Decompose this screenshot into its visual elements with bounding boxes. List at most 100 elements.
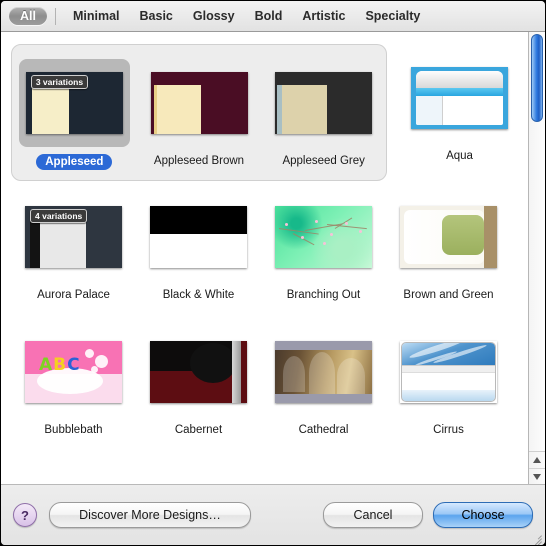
thumbnail-wrap: 3 variations (18, 59, 130, 147)
choose-button[interactable]: Choose (433, 502, 533, 528)
category-tab-glossy[interactable]: Glossy (184, 7, 244, 25)
theme-item-aqua[interactable]: Aqua (397, 44, 522, 181)
resize-grip[interactable] (529, 530, 542, 545)
thumb-sidebar (416, 96, 443, 125)
theme-label-cirrus: Cirrus (433, 424, 464, 436)
thumbnail-wrap (393, 193, 504, 281)
thumb-bottom-band (150, 234, 247, 268)
scrollbar-thumb[interactable] (531, 34, 543, 122)
category-tab-bold[interactable]: Bold (246, 7, 292, 25)
theme-label-aurora-palace: Aurora Palace (37, 289, 110, 301)
category-tab-artistic[interactable]: Artistic (293, 7, 354, 25)
vertical-scrollbar[interactable] (528, 32, 545, 484)
thumbnail-wrap (143, 328, 254, 416)
theme-item-cathedral[interactable]: Cathedral (261, 320, 386, 437)
scrollbar-arrows (529, 451, 545, 484)
thumb-black-bar (30, 217, 40, 268)
theme-item-aurora-palace[interactable]: 4 variations Aurora Palace (11, 185, 136, 302)
scrollbar-track[interactable] (529, 32, 545, 452)
thumb-tan-band (484, 206, 497, 268)
category-toolbar: All Minimal Basic Glossy Bold Artistic S… (1, 1, 545, 32)
thumbnail-wrap (268, 59, 379, 147)
cancel-button[interactable]: Cancel (323, 502, 423, 528)
theme-thumbnail-appleseed-brown (150, 72, 248, 134)
thumb-green-block (442, 215, 484, 255)
thumb-top-band (275, 341, 372, 350)
variations-badge: 4 variations (30, 209, 88, 223)
theme-thumbnail-appleseed: 3 variations (25, 72, 123, 134)
theme-thumbnail-black-and-white (150, 206, 247, 268)
theme-label-branching-out: Branching Out (286, 289, 361, 301)
scroll-up-arrow-icon[interactable] (529, 452, 545, 468)
theme-item-cabernet[interactable]: Cabernet (136, 320, 261, 437)
category-tab-basic[interactable]: Basic (131, 7, 182, 25)
variations-badge: 3 variations (30, 75, 89, 89)
thumbnail-wrap (393, 328, 504, 416)
theme-row-2: ABC Bubblebath Cabernet Cathedral Cirrus (1, 320, 528, 437)
footer-actions: Cancel Choose (323, 502, 533, 528)
theme-chooser-window: All Minimal Basic Glossy Bold Artistic S… (0, 0, 546, 546)
dialog-footer: ? Discover More Designs… Cancel Choose (1, 484, 545, 545)
category-tab-specialty[interactable]: Specialty (356, 7, 429, 25)
help-button[interactable]: ? (13, 503, 37, 527)
theme-label-cabernet: Cabernet (174, 424, 223, 436)
theme-item-black-and-white[interactable]: Black & White (136, 185, 261, 302)
thumbnail-wrap: ABC (18, 328, 129, 416)
theme-label-appleseed: Appleseed (36, 154, 113, 170)
thumb-pane (40, 217, 86, 268)
theme-label-bubblebath: Bubblebath (44, 424, 103, 436)
theme-item-branching-out[interactable]: Branching Out (261, 185, 386, 302)
theme-label-cathedral: Cathedral (298, 424, 349, 436)
theme-thumbnail-cabernet (150, 341, 247, 403)
letter-a: A (39, 355, 54, 375)
thumb-window (416, 71, 503, 125)
thumb-pane (156, 85, 201, 134)
thumbnail-wrap (268, 328, 379, 416)
theme-thumbnail-cirrus (400, 341, 497, 403)
theme-thumbnail-bubblebath: ABC (25, 341, 122, 403)
thumb-abc-letters: ABC (39, 355, 81, 375)
theme-row-1: 4 variations Aurora Palace Black & White… (1, 185, 528, 302)
thumbnail-wrap (144, 59, 255, 147)
theme-item-appleseed-brown[interactable]: Appleseed Brown (137, 51, 262, 170)
category-tab-minimal[interactable]: Minimal (64, 7, 129, 25)
thumb-bottle-bowl (190, 343, 236, 383)
theme-item-cirrus[interactable]: Cirrus (386, 320, 511, 437)
theme-thumbnail-cathedral (275, 341, 372, 403)
thumbnail-wrap: 4 variations (18, 193, 129, 281)
thumb-stripe (416, 88, 503, 96)
theme-label-appleseed-brown: Appleseed Brown (153, 155, 245, 167)
theme-label-aqua: Aqua (446, 150, 473, 162)
thumbnail-wrap (268, 193, 379, 281)
letter-c: C (67, 355, 81, 375)
letter-b: B (53, 355, 68, 375)
category-tab-all[interactable]: All (9, 7, 47, 25)
thumb-top-band (150, 206, 247, 234)
thumb-frame (401, 342, 496, 402)
thumbnail-wrap (404, 54, 515, 142)
theme-label-brown-and-green: Brown and Green (403, 289, 494, 301)
theme-family-group-appleseed: 3 variations Appleseed Appleseed Brown A… (11, 44, 387, 181)
theme-grid: 3 variations Appleseed Appleseed Brown A… (1, 32, 528, 484)
thumb-light-strip (232, 341, 241, 403)
theme-item-appleseed[interactable]: 3 variations Appleseed (12, 51, 137, 170)
thumb-photo (275, 350, 372, 394)
discover-more-designs-button[interactable]: Discover More Designs… (49, 502, 251, 528)
theme-label-black-and-white: Black & White (162, 289, 235, 301)
scroll-down-arrow-icon[interactable] (529, 468, 545, 485)
theme-thumbnail-aqua (411, 67, 508, 129)
theme-item-brown-and-green[interactable]: Brown and Green (386, 185, 511, 302)
thumbnail-wrap (143, 193, 254, 281)
theme-item-bubblebath[interactable]: ABC Bubblebath (11, 320, 136, 437)
theme-row-0: 3 variations Appleseed Appleseed Brown A… (1, 38, 528, 181)
theme-label-appleseed-grey: Appleseed Grey (282, 155, 365, 167)
thumb-titlebar (416, 71, 503, 88)
toolbar-divider (54, 7, 56, 25)
theme-thumbnail-branching-out (275, 206, 372, 268)
theme-thumbnail-appleseed-grey (275, 72, 373, 134)
theme-item-appleseed-grey[interactable]: Appleseed Grey (261, 51, 386, 170)
theme-thumbnail-aurora-palace: 4 variations (25, 206, 122, 268)
thumb-bottom-band (275, 394, 372, 403)
thumb-pane (282, 85, 328, 134)
content-area: 3 variations Appleseed Appleseed Brown A… (1, 32, 545, 484)
